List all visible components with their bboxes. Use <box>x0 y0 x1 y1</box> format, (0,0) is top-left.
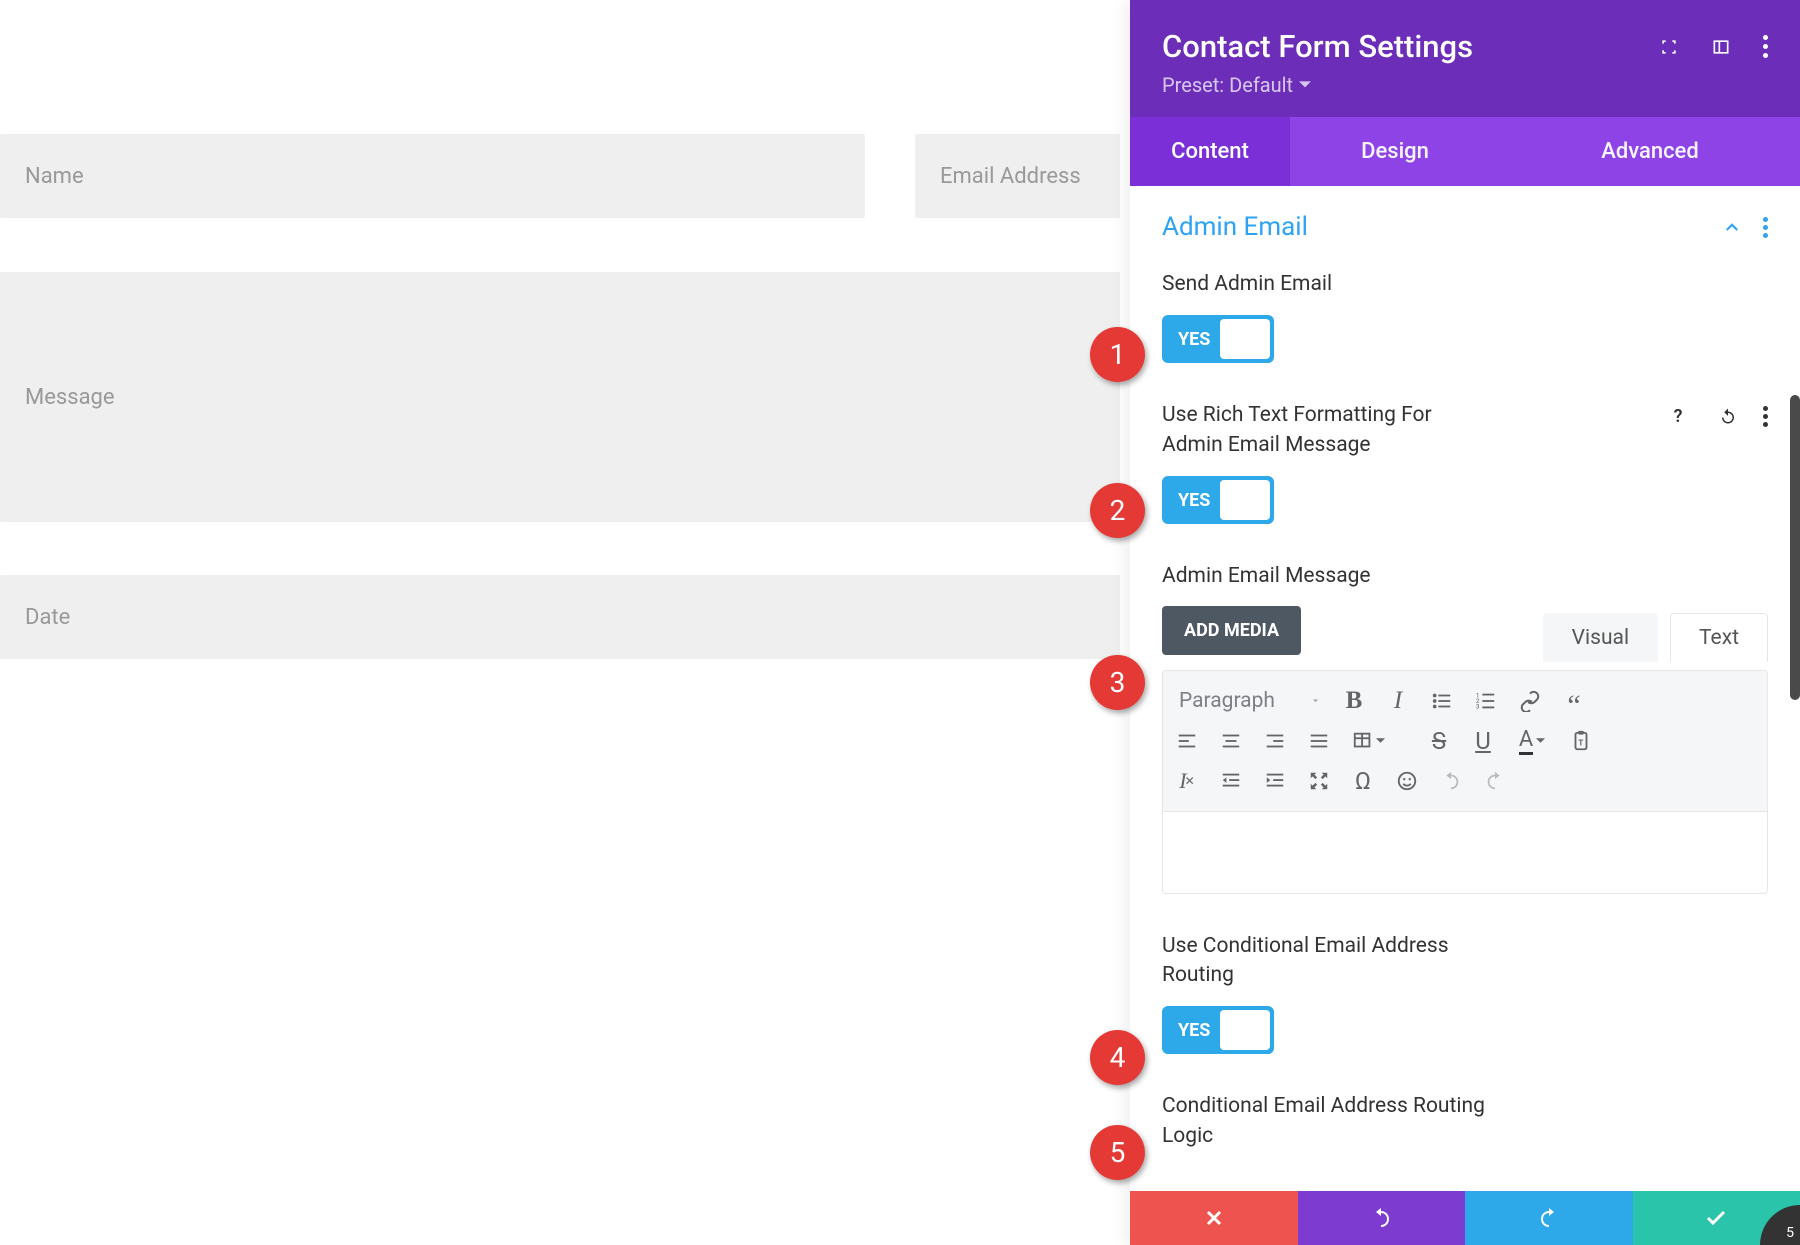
bullet-list-icon[interactable] <box>1426 685 1458 717</box>
format-select[interactable]: Paragraph <box>1171 689 1326 713</box>
toggle-knob <box>1220 1010 1270 1050</box>
undo-icon[interactable] <box>1435 765 1467 797</box>
paste-icon[interactable]: T <box>1565 725 1597 757</box>
option-label: Send Admin Email <box>1162 270 1332 299</box>
toggle-send-admin-email[interactable]: YES <box>1162 315 1274 363</box>
editor-textarea[interactable] <box>1162 812 1768 894</box>
svg-text:3: 3 <box>1476 702 1480 710</box>
tab-design[interactable]: Design <box>1290 117 1500 186</box>
option-label: Conditional Email Address Routing Logic <box>1162 1092 1492 1151</box>
number-list-icon[interactable]: 123 <box>1470 685 1502 717</box>
emoji-icon[interactable] <box>1391 765 1423 797</box>
columns-icon[interactable] <box>1711 37 1731 57</box>
option-more-icon[interactable] <box>1763 406 1768 427</box>
editor-toolbar: Paragraph B I 123 “ S U <box>1162 670 1768 812</box>
panel-footer <box>1130 1191 1800 1245</box>
toggle-rich-text[interactable]: YES <box>1162 476 1274 524</box>
placeholder: Email Address <box>940 164 1081 189</box>
undo-button[interactable] <box>1298 1191 1466 1245</box>
more-icon[interactable] <box>1763 35 1768 58</box>
bold-icon[interactable]: B <box>1338 685 1370 717</box>
outdent-icon[interactable] <box>1215 765 1247 797</box>
chevron-up-icon[interactable] <box>1723 218 1741 236</box>
reset-icon[interactable] <box>1713 401 1743 431</box>
align-justify-icon[interactable] <box>1303 725 1335 757</box>
name-input[interactable]: Name <box>0 134 865 218</box>
indent-icon[interactable] <box>1259 765 1291 797</box>
callout-4: 4 <box>1090 1030 1145 1085</box>
redo-button[interactable] <box>1465 1191 1633 1245</box>
textcolor-icon[interactable]: A <box>1511 725 1553 757</box>
form-preview: Name Email Address Message Date <box>0 0 1120 1245</box>
omega-icon[interactable]: Ω <box>1347 765 1379 797</box>
redo-icon[interactable] <box>1479 765 1511 797</box>
tab-advanced[interactable]: Advanced <box>1500 117 1800 186</box>
section-title[interactable]: Admin Email <box>1162 212 1308 242</box>
editor-tab-visual[interactable]: Visual <box>1543 613 1658 662</box>
option-rich-text: Use Rich Text Formatting For Admin Email… <box>1162 401 1768 524</box>
strikethrough-icon[interactable]: S <box>1423 725 1455 757</box>
callout-2: 2 <box>1090 483 1145 538</box>
editor-tab-text[interactable]: Text <box>1670 613 1768 662</box>
option-label: Admin Email Message <box>1162 562 1492 591</box>
option-label: Use Rich Text Formatting For Admin Email… <box>1162 401 1492 460</box>
preset-dropdown[interactable]: Preset: Default <box>1162 73 1768 97</box>
svg-text:T: T <box>1578 738 1583 748</box>
link-icon[interactable] <box>1514 685 1546 717</box>
option-conditional-routing: Use Conditional Email Address Routing YE… <box>1162 932 1768 1055</box>
help-icon[interactable]: ? <box>1663 401 1693 431</box>
option-admin-message: Admin Email Message ADD MEDIA Visual Tex… <box>1162 562 1768 893</box>
placeholder: Date <box>25 605 70 630</box>
toggle-knob <box>1220 480 1270 520</box>
panel-body: Admin Email Send Admin Email YES Use Ric… <box>1130 186 1800 1186</box>
expand-icon[interactable] <box>1659 37 1679 57</box>
caret-down-icon <box>1299 79 1311 91</box>
clear-format-icon[interactable]: I✕ <box>1171 765 1203 797</box>
callout-1: 1 <box>1090 327 1145 382</box>
settings-panel: Contact Form Settings Preset: Default Co… <box>1130 0 1800 1245</box>
settings-tabs: Content Design Advanced <box>1130 117 1800 186</box>
tab-content[interactable]: Content <box>1130 117 1290 186</box>
email-input[interactable]: Email Address <box>915 134 1120 218</box>
scrollbar[interactable] <box>1790 395 1800 700</box>
align-left-icon[interactable] <box>1171 725 1203 757</box>
cancel-button[interactable] <box>1130 1191 1298 1245</box>
italic-icon[interactable]: I <box>1382 685 1414 717</box>
quote-icon[interactable]: “ <box>1558 685 1590 717</box>
option-send-admin-email: Send Admin Email YES <box>1162 270 1768 363</box>
fullscreen-icon[interactable] <box>1303 765 1335 797</box>
toggle-knob <box>1220 319 1270 359</box>
message-textarea[interactable]: Message <box>0 272 1120 522</box>
toggle-conditional-routing[interactable]: YES <box>1162 1006 1274 1054</box>
date-input[interactable]: Date <box>0 575 1120 659</box>
placeholder: Message <box>25 385 115 410</box>
callout-3: 3 <box>1090 655 1145 710</box>
placeholder: Name <box>25 164 84 189</box>
table-icon[interactable] <box>1347 725 1389 757</box>
section-more-icon[interactable] <box>1763 217 1768 238</box>
add-media-button[interactable]: ADD MEDIA <box>1162 606 1301 655</box>
callout-5: 5 <box>1090 1125 1145 1180</box>
panel-header: Contact Form Settings Preset: Default <box>1130 0 1800 117</box>
panel-title: Contact Form Settings <box>1162 28 1473 65</box>
align-center-icon[interactable] <box>1215 725 1247 757</box>
option-conditional-logic: Conditional Email Address Routing Logic <box>1162 1092 1768 1151</box>
align-right-icon[interactable] <box>1259 725 1291 757</box>
underline-icon[interactable]: U <box>1467 725 1499 757</box>
option-label: Use Conditional Email Address Routing <box>1162 932 1492 991</box>
